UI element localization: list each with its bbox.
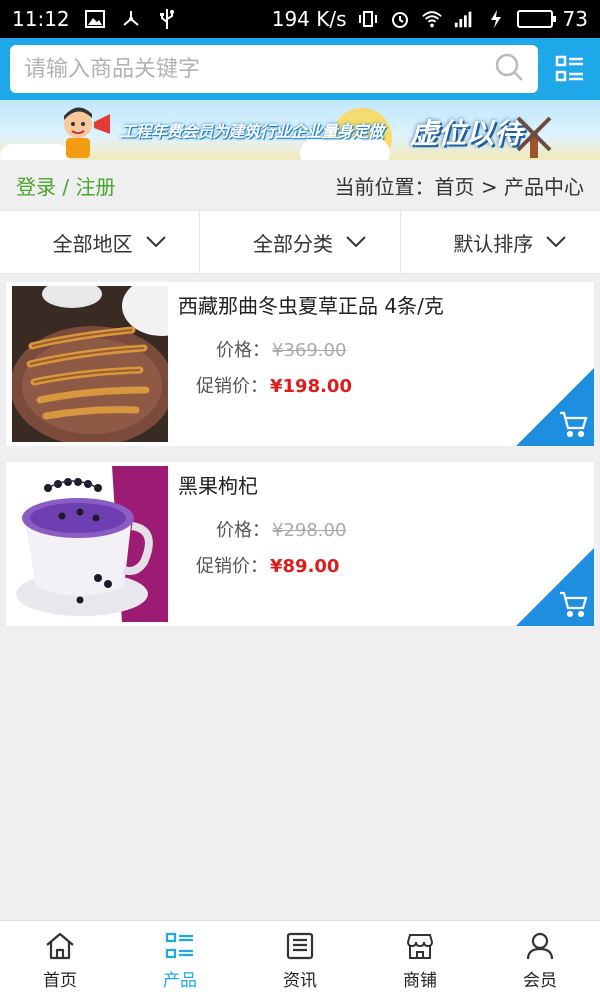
sale-price-row: 促销价： ¥89.00 (196, 552, 339, 578)
battery-icon (516, 10, 556, 28)
signal-icon (453, 8, 475, 30)
category-menu-button[interactable] (554, 53, 586, 85)
sale-price-row: 促销价： ¥198.00 (196, 372, 352, 398)
filter-category[interactable]: 全部分类 (200, 211, 401, 273)
tab-label: 产品 (163, 971, 197, 991)
product-name[interactable]: 黑果枸杞 (178, 470, 258, 499)
chevron-down-icon (546, 236, 567, 248)
usb-icon (156, 8, 178, 30)
wifi-icon (421, 8, 443, 30)
tab-member[interactable]: 会员 (480, 921, 600, 1000)
home-icon (46, 932, 74, 960)
breadcrumb: 当前位置：首页 > 产品中心 (335, 171, 584, 200)
location-label: 当前位置： (334, 174, 435, 199)
sale-price: ¥198.00 (270, 376, 352, 397)
sale-label: 促销价： (196, 376, 268, 397)
vibrate-icon (357, 8, 379, 30)
gallery-icon (84, 8, 106, 30)
price-label: 价格： (216, 520, 270, 541)
alarm-icon (389, 8, 411, 30)
header (0, 38, 600, 100)
windmill-icon (516, 116, 552, 158)
product-image[interactable] (12, 286, 168, 442)
breadcrumb-current: 产品中心 (504, 174, 584, 199)
filter-sort[interactable]: 默认排序 (401, 211, 600, 273)
tab-products[interactable]: 产品 (120, 921, 240, 1000)
breadcrumb-arrow: > (474, 174, 504, 199)
news-icon (286, 932, 314, 960)
user-icon (526, 932, 554, 960)
clock: 11:12 (12, 7, 70, 31)
tab-label: 商铺 (403, 971, 437, 991)
original-price-row: 价格： ¥369.00 (216, 336, 346, 362)
tab-news[interactable]: 资讯 (240, 921, 360, 1000)
battery-level: 73 (562, 7, 588, 31)
original-price-row: 价格： ¥298.00 (216, 516, 346, 542)
product-name[interactable]: 西藏那曲冬虫夏草正品 4条/克 (178, 290, 444, 319)
filter-bar: 全部地区 全部分类 默认排序 (0, 210, 600, 274)
product-card[interactable]: 黑果枸杞 价格： ¥298.00 促销价： ¥89.00 (6, 462, 594, 626)
promo-banner[interactable]: 工程年费会员为建筑行业企业量身定做 虚位以待 (0, 100, 600, 160)
sale-label: 促销价： (196, 556, 268, 577)
original-price: ¥298.00 (272, 520, 347, 541)
store-icon (406, 934, 434, 959)
tab-label: 资讯 (283, 971, 317, 991)
login-link[interactable]: 登录 (16, 175, 56, 199)
banner-title: 工程年费会员为建筑行业企业量身定做 (120, 122, 384, 141)
search-box[interactable] (10, 45, 538, 93)
tab-label: 首页 (43, 971, 77, 991)
net-speed: 194 K/s (271, 7, 347, 31)
tab-home[interactable]: 首页 (0, 921, 120, 1000)
chevron-down-icon (346, 236, 366, 248)
product-image[interactable] (12, 466, 168, 622)
add-to-cart-button[interactable] (516, 548, 594, 626)
search-icon[interactable] (494, 52, 524, 86)
product-card[interactable]: 西藏那曲冬虫夏草正品 4条/克 价格： ¥369.00 促销价： ¥198.00 (6, 282, 594, 446)
banner-slogan: 虚位以待 (410, 117, 523, 150)
sale-price: ¥89.00 (270, 556, 340, 577)
share-icon (120, 8, 142, 30)
filter-label: 全部地区 (52, 231, 133, 256)
register-link[interactable]: 注册 (75, 175, 115, 199)
breadcrumb-home[interactable]: 首页 (435, 175, 475, 199)
tab-stores[interactable]: 商铺 (360, 921, 480, 1000)
status-bar: 11:12 194 K/s 73 (0, 0, 600, 38)
login-separator: / (56, 174, 76, 199)
filter-label: 全部分类 (252, 231, 333, 256)
search-input[interactable] (24, 56, 494, 82)
bottom-tab-bar: 首页 产品 资讯 商铺 会员 (0, 920, 600, 1000)
mascot-icon (64, 107, 110, 158)
breadcrumb-row: 登录 / 注册 当前位置：首页 > 产品中心 (0, 160, 600, 210)
charging-icon (485, 8, 507, 30)
price-label: 价格： (216, 340, 270, 361)
add-to-cart-button[interactable] (516, 368, 594, 446)
list-menu-icon (555, 55, 583, 82)
filter-region[interactable]: 全部地区 (0, 211, 201, 273)
chevron-down-icon (145, 236, 166, 248)
filter-label: 默认排序 (453, 231, 534, 256)
tab-label: 会员 (523, 971, 557, 991)
original-price: ¥369.00 (272, 340, 347, 361)
grid-list-icon (165, 932, 193, 959)
